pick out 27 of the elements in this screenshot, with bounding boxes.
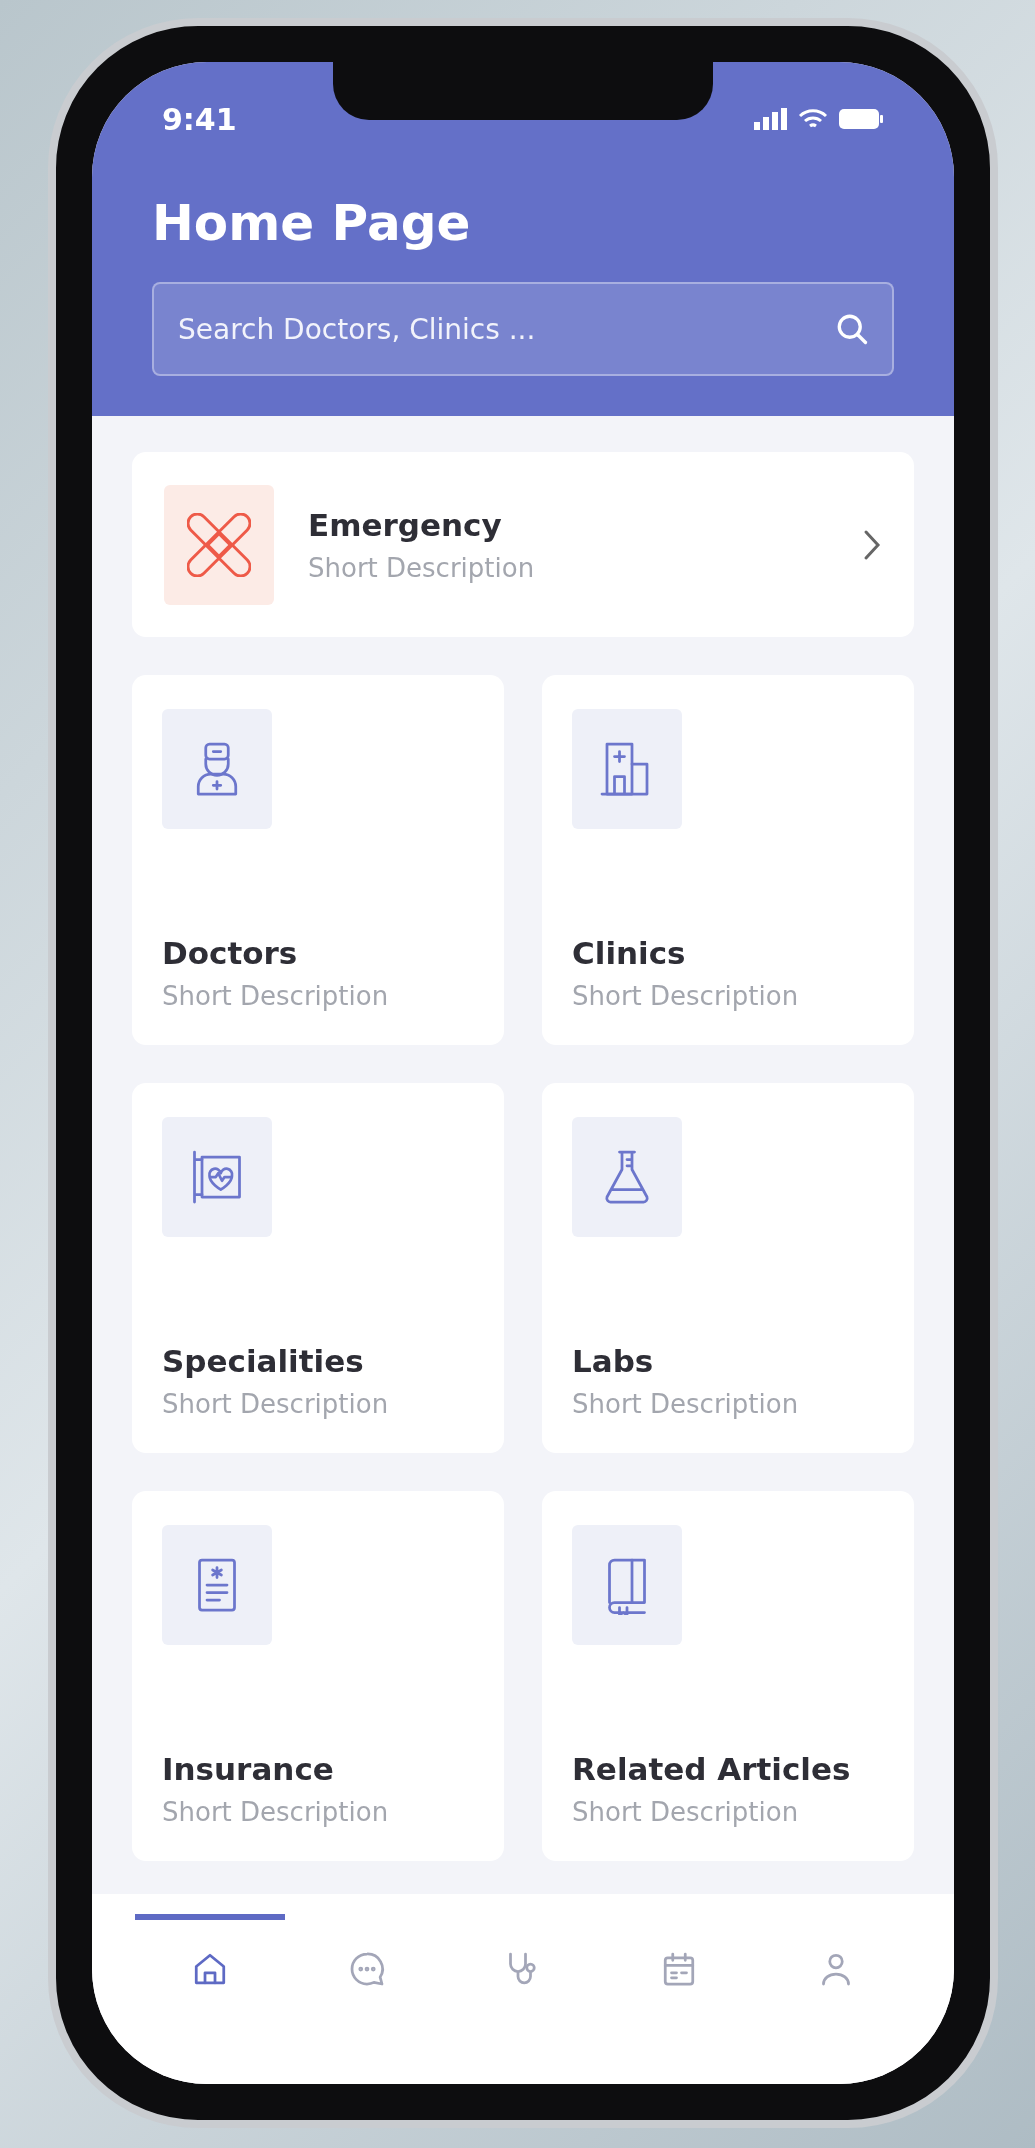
category-card[interactable]: Insurance Short Description — [132, 1491, 504, 1861]
category-card[interactable]: Specialities Short Description — [132, 1083, 504, 1453]
wifi-icon — [798, 108, 828, 130]
card-description: Short Description — [162, 1389, 390, 1419]
category-card[interactable]: Labs Short Description — [542, 1083, 914, 1453]
status-time: 9:41 — [162, 101, 237, 137]
page-title: Home Page — [152, 194, 472, 252]
card-title: Emergency — [308, 506, 503, 543]
battery-icon — [838, 108, 884, 130]
card-title: Insurance — [162, 1751, 335, 1787]
category-card[interactable]: Doctors Short Description — [132, 675, 504, 1045]
card-description: Short Description — [572, 1797, 800, 1827]
card-title: Specialities — [162, 1343, 365, 1379]
card-title: Labs — [572, 1343, 655, 1379]
emergency-card[interactable]: Emergency Short Description — [132, 452, 914, 637]
card-title: Related Articles — [572, 1751, 852, 1787]
signal-icon — [754, 108, 788, 130]
category-card[interactable]: Related Articles Short Description — [542, 1491, 914, 1861]
card-description: Short Description — [572, 1389, 800, 1419]
card-description: Short Description — [162, 981, 390, 1011]
card-description: Short Description — [572, 981, 800, 1011]
bandage-icon — [187, 512, 251, 577]
category-card[interactable]: Clinics Short Description — [542, 675, 914, 1045]
card-description: Short Description — [162, 1797, 390, 1827]
card-description: Short Description — [308, 552, 535, 583]
card-title: Doctors — [162, 935, 299, 971]
card-title: Clinics — [572, 935, 687, 971]
